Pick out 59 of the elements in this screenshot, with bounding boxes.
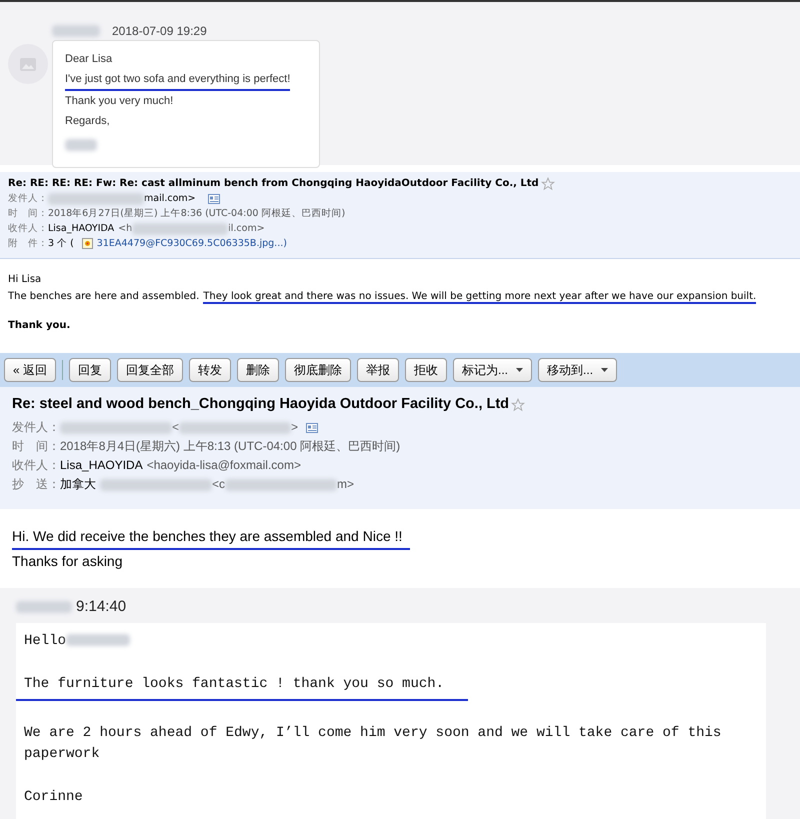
field-value: il.com> xyxy=(228,222,265,236)
image-placeholder-icon xyxy=(20,58,36,70)
email-text: The benches are here and assembled. They look great and there was no issues. We will be getting more next year after we have our expansion built. xyxy=(8,290,758,305)
toolbar-button[interactable]: 标记为... xyxy=(453,358,532,382)
message-text: Hello xyxy=(24,632,66,648)
caret-icon xyxy=(516,368,524,372)
contact-card-icon[interactable] xyxy=(306,422,318,432)
image-file-icon xyxy=(82,238,93,249)
message-line: Regards, xyxy=(65,114,110,129)
email-text: Hi Lisa xyxy=(8,273,42,287)
field-label: 时 间： xyxy=(8,207,48,221)
field-label: 抄 送： xyxy=(12,476,60,493)
field-value: mail.com> xyxy=(144,192,196,206)
message-text: The furniture looks fantastic ! thank you so much. xyxy=(24,676,444,692)
attachment-link[interactable]: 31EA4479@FC930C69.5C06335B.jpg...) xyxy=(96,236,287,251)
email-text: Hi. We did receive the benches they are assembled and Nice !! xyxy=(12,525,410,550)
message-line: Thank you very much! xyxy=(65,94,174,109)
toolbar-button[interactable]: « 返回 xyxy=(4,358,56,382)
star-icon[interactable] xyxy=(540,176,555,190)
field-value: <haoyida-lisa@foxmail.com> xyxy=(146,457,301,474)
field-label: 收件人： xyxy=(8,222,48,236)
field-label: 收件人： xyxy=(12,457,60,474)
toolbar-button[interactable]: 删除 xyxy=(237,358,280,382)
email-subject: Re: RE: RE: RE: Fw: Re: cast allminum bench from Chongqing HaoyidaOutdoor Facility Co., Ltd xyxy=(8,177,539,191)
contact-card-icon[interactable] xyxy=(208,194,220,204)
toolbar-button[interactable]: 拒收 xyxy=(405,358,448,382)
field-label: 时 间： xyxy=(12,438,60,455)
email-text: Thanks for asking xyxy=(12,552,122,571)
field-value: <c xyxy=(212,476,226,493)
email-text: Thank you. xyxy=(8,319,72,333)
field-value: m> xyxy=(337,476,354,493)
field-value: 2018年8月4日(星期六) 上午8:13 (UTC-04:00 阿根廷、巴西时间) xyxy=(60,438,400,455)
star-icon[interactable] xyxy=(511,398,526,412)
message-text: We are 2 hours ahead of Edwy, I’ll come him very soon and we will take care of this paperwork xyxy=(24,724,722,762)
caret-icon xyxy=(601,368,608,372)
message-time: 9:14:40 xyxy=(76,597,126,617)
field-value: > xyxy=(291,419,298,436)
field-value: Lisa_HAOYIDA xyxy=(48,222,114,236)
toolbar-button[interactable]: 转发 xyxy=(189,358,232,382)
field-label: 附 件： xyxy=(8,237,48,251)
toolbar-button[interactable]: 回复全部 xyxy=(117,358,184,382)
toolbar-button[interactable]: 彻底删除 xyxy=(285,358,352,382)
message-line: Dear Lisa xyxy=(65,52,112,67)
toolbar-button[interactable]: 回复 xyxy=(69,358,112,382)
email-subject: Re: steel and wood bench_Chongqing Haoyida Outdoor Facility Co., Ltd xyxy=(12,395,510,414)
redacted-blur xyxy=(66,634,130,646)
field-value: < xyxy=(172,419,180,436)
field-value: 3 个 ( xyxy=(48,237,74,251)
toolbar-button[interactable]: 移动到... xyxy=(538,358,618,382)
field-value: Lisa_HAOYIDA xyxy=(60,457,143,474)
toolbar-button[interactable]: 举报 xyxy=(357,358,400,382)
message-timestamp: 2018-07-09 19:29 xyxy=(112,23,207,40)
message-line: I've just got two sofa and everything is perfect! xyxy=(65,69,290,91)
field-value: 加拿大 xyxy=(60,476,96,493)
field-label: 发件人： xyxy=(8,192,48,206)
field-label: 发件人： xyxy=(12,419,60,436)
field-value: 2018年6月27日(星期三) 上午8:36 (UTC-04:00 阿根廷、巴西时间) xyxy=(48,207,346,221)
field-value: <h xyxy=(118,222,132,236)
message-text: Corinne xyxy=(24,788,83,804)
